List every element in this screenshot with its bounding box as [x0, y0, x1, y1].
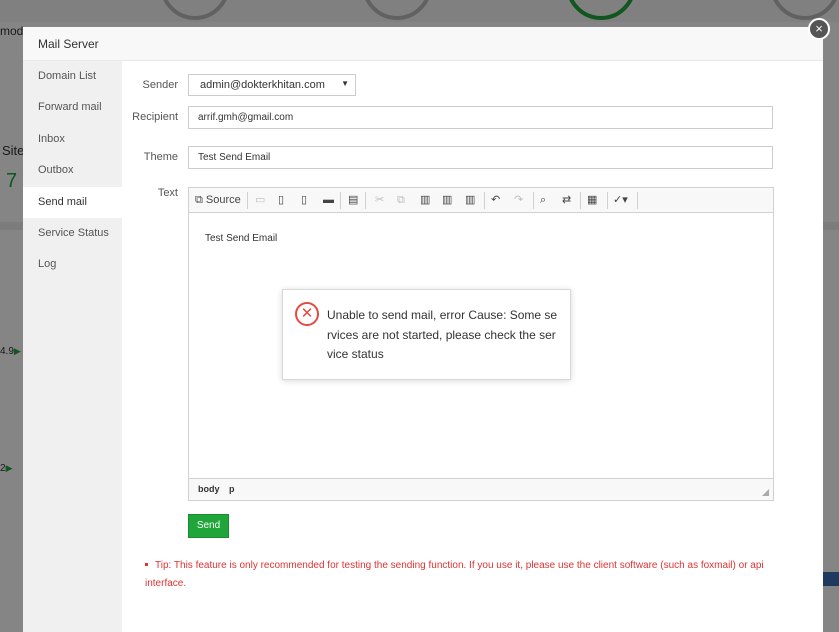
- editor-toolbar: ⧉ Source ▭ ▯ ▯ ▬ ▤ ✂ ⧉ ▥ ▥ ▥ ↶ ↷ ⌕ ⇄ ▦ ✓…: [189, 188, 773, 213]
- tip-text: Tip: This feature is only recommended fo…: [145, 557, 800, 593]
- menu-item-send-mail[interactable]: Send mail: [23, 186, 122, 218]
- templates-icon[interactable]: ▤: [348, 192, 358, 209]
- path-item-body[interactable]: body: [198, 484, 220, 494]
- paste-word-icon[interactable]: ▥: [465, 192, 475, 209]
- error-message: Unable to send mail, error Cause: Some s…: [327, 308, 558, 361]
- recipient-label: Recipient: [132, 111, 178, 123]
- toolbar-separator: [580, 192, 581, 209]
- select-all-icon[interactable]: ▦: [587, 192, 597, 209]
- source-label: Source: [205, 194, 241, 206]
- toolbar-separator: [607, 192, 608, 209]
- sender-value: admin@dokterkhitan.com: [200, 79, 325, 91]
- menu-item-domain-list[interactable]: Domain List: [23, 61, 122, 92]
- menu-item-inbox[interactable]: Inbox: [23, 124, 122, 155]
- recipient-input[interactable]: arrif.gmh@gmail.com: [188, 106, 773, 129]
- print-icon[interactable]: ▬: [323, 192, 334, 209]
- cut-icon[interactable]: ✂: [375, 192, 384, 209]
- source-button[interactable]: ⧉ Source: [195, 192, 241, 209]
- caret-down-icon: ▼: [341, 79, 349, 88]
- path-item-p[interactable]: p: [229, 484, 235, 494]
- bullet-icon: [145, 562, 148, 566]
- toolbar-separator: [533, 192, 534, 209]
- find-icon[interactable]: ⌕: [540, 192, 546, 209]
- text-label: Text: [157, 187, 178, 199]
- error-x-icon: ✕: [295, 302, 319, 326]
- theme-label: Theme: [143, 151, 178, 163]
- source-icon: ⧉: [195, 194, 206, 206]
- preview-icon[interactable]: ▯: [301, 192, 307, 209]
- paste-text-icon[interactable]: ▥: [442, 192, 452, 209]
- toolbar-separator: [484, 192, 485, 209]
- error-toast: ✕ Unable to send mail, error Cause: Some…: [282, 289, 571, 380]
- toolbar-separator: [247, 192, 248, 209]
- toolbar-separator: [340, 192, 341, 209]
- menu-item-forward-mail[interactable]: Forward mail: [23, 92, 122, 123]
- spellcheck-icon[interactable]: ✓▾: [613, 192, 628, 209]
- tip-message: Tip: This feature is only recommended fo…: [145, 560, 764, 589]
- menu-item-log[interactable]: Log: [23, 249, 122, 280]
- close-icon[interactable]: ×: [808, 18, 830, 40]
- sender-select[interactable]: admin@dokterkhitan.com ▼: [188, 74, 356, 96]
- menu-item-outbox[interactable]: Outbox: [23, 155, 122, 186]
- copy-icon[interactable]: ⧉: [397, 192, 405, 209]
- mail-server-menu: Domain List Forward mail Inbox Outbox Se…: [23, 61, 122, 632]
- theme-input[interactable]: Test Send Email: [188, 146, 773, 169]
- editor-path-bar: body p: [189, 478, 773, 500]
- save-icon[interactable]: ▭: [255, 192, 265, 209]
- toolbar-separator: [637, 192, 638, 209]
- paste-icon[interactable]: ▥: [420, 192, 430, 209]
- send-button[interactable]: Send: [188, 514, 229, 538]
- resize-handle-icon[interactable]: [762, 489, 769, 496]
- new-page-icon[interactable]: ▯: [278, 192, 284, 209]
- replace-icon[interactable]: ⇄: [562, 192, 571, 209]
- undo-icon[interactable]: ↶: [491, 192, 500, 209]
- menu-item-service-status[interactable]: Service Status: [23, 218, 122, 249]
- redo-icon[interactable]: ↷: [514, 192, 523, 209]
- dialog-title: Mail Server: [23, 27, 823, 61]
- sender-label: Sender: [142, 79, 178, 91]
- toolbar-separator: [365, 192, 366, 209]
- editor-content[interactable]: Test Send Email: [205, 233, 277, 244]
